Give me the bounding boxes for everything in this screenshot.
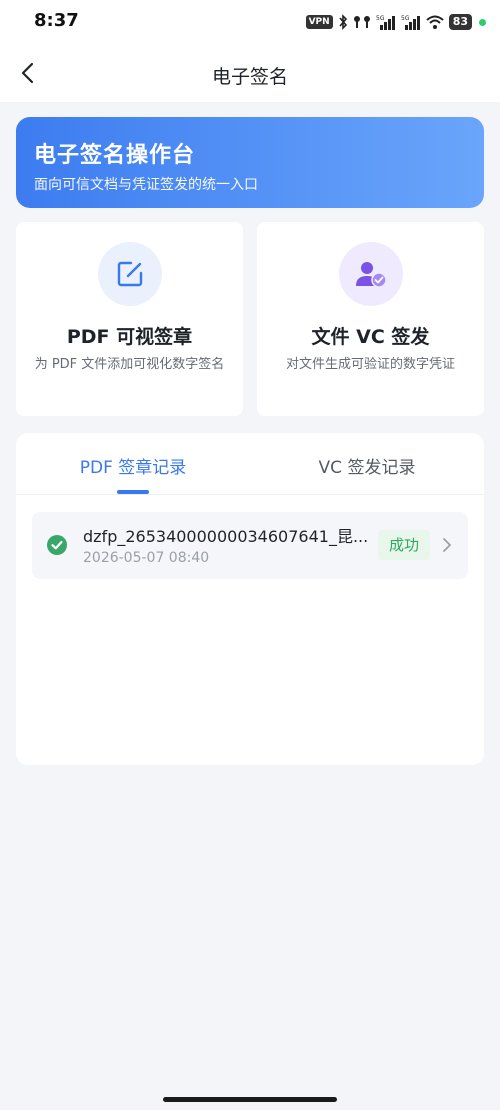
battery-indicator: 83: [448, 14, 472, 30]
home-indicator[interactable]: [163, 1097, 337, 1102]
success-check-icon: [47, 535, 67, 555]
user-check-icon: [355, 262, 387, 288]
chevron-right-icon: [443, 538, 451, 552]
pdf-card-title: PDF 可视签章: [66, 326, 193, 348]
tabs-divider: [16, 494, 484, 495]
svg-text:5G: 5G: [376, 15, 385, 22]
records-tabs: PDF 签章记录 VC 签发记录: [16, 433, 484, 495]
nav-bar: 电子签名: [0, 44, 500, 102]
vc-card-desc: 对文件生成可验证的数字凭证: [285, 357, 455, 372]
list-item[interactable]: dzfp_26534000000034607641_昆... 2026-05-0…: [32, 512, 468, 579]
status-badge: 成功: [378, 530, 430, 560]
earbuds-icon: [353, 15, 371, 29]
record-file-name: dzfp_26534000000034607641_昆...: [83, 527, 369, 546]
console-banner: 电子签名操作台 面向可信文档与凭证签发的统一入口: [16, 117, 484, 208]
vc-issue-card[interactable]: 文件 VC 签发 对文件生成可验证的数字凭证: [257, 222, 484, 416]
wifi-icon: [426, 15, 444, 29]
records-panel: PDF 签章记录 VC 签发记录 dzfp_265340000000346076…: [16, 433, 484, 765]
status-time: 8:37: [34, 10, 79, 31]
banner-title: 电子签名操作台: [34, 143, 196, 168]
svg-text:5G: 5G: [401, 15, 410, 22]
vc-card-title: 文件 VC 签发: [311, 326, 430, 348]
tab-pdf-records[interactable]: PDF 签章记录: [16, 453, 250, 478]
banner-subtitle: 面向可信文档与凭证签发的统一入口: [34, 177, 258, 193]
status-bar: 8:37 VPN 5G 5G 83: [0, 0, 500, 44]
status-icons: VPN 5G 5G 83: [305, 12, 486, 32]
signal-icon: 5G: [376, 14, 396, 30]
tab-vc-records[interactable]: VC 签发记录: [250, 453, 484, 478]
edit-icon-wrap: [97, 242, 162, 306]
bluetooth-icon: [338, 14, 348, 30]
signal-icon-2: 5G: [401, 14, 421, 30]
pdf-sign-card[interactable]: PDF 可视签章 为 PDF 文件添加可视化数字签名: [16, 222, 243, 416]
page-title: 电子签名: [211, 66, 288, 88]
edit-icon: [117, 261, 142, 287]
record-timestamp: 2026-05-07 08:40: [83, 550, 210, 566]
vpn-badge: VPN: [305, 15, 333, 29]
user-check-icon-wrap: [338, 242, 403, 306]
pdf-card-desc: 为 PDF 文件添加可视化数字签名: [34, 357, 225, 372]
privacy-dot-icon: [479, 18, 486, 26]
